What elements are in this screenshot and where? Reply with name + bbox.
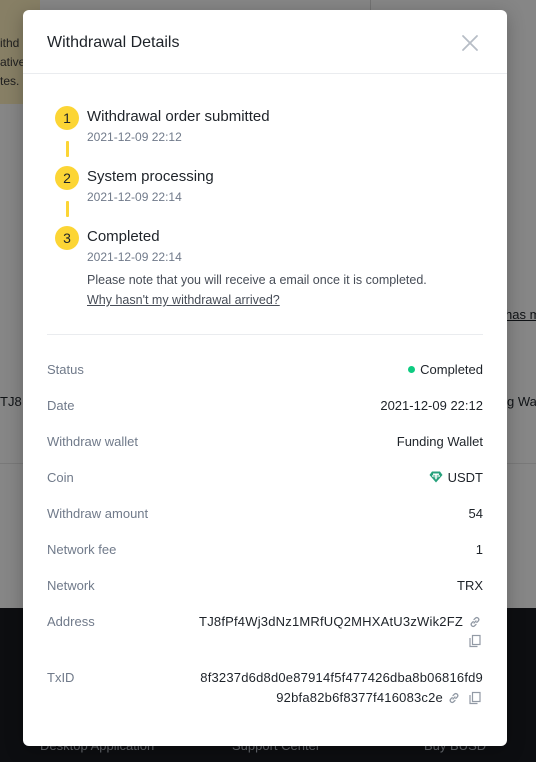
- status-badge: Completed: [408, 362, 483, 377]
- amount-value: 54: [468, 506, 483, 521]
- address-label: Address: [47, 614, 95, 629]
- date-value: 2021-12-09 22:12: [380, 398, 483, 413]
- network-value: TRX: [457, 578, 483, 593]
- step-number: 3: [55, 226, 79, 250]
- wallet-value: Funding Wallet: [396, 434, 483, 449]
- status-dot-icon: [408, 366, 416, 373]
- modal-title: Withdrawal Details: [47, 34, 180, 51]
- network-fee-label: Network fee: [47, 542, 117, 557]
- step-title: System processing: [87, 168, 214, 185]
- modal-header: Withdrawal Details: [23, 10, 507, 74]
- step-title: Completed: [87, 228, 160, 245]
- usdt-coin-icon: [429, 471, 443, 483]
- network-label: Network: [47, 578, 95, 593]
- address-value: TJ8fPf4Wj3dNz1MRfUQ2MHXAtU3zWik2FZ: [199, 614, 463, 629]
- copy-icon[interactable]: [468, 691, 482, 705]
- step-connector: [66, 141, 69, 157]
- step-connector: [66, 201, 69, 217]
- coin-value: USDT: [447, 470, 483, 485]
- completion-note: Please note that you will receive a emai…: [87, 273, 427, 287]
- step-title: Withdrawal order submitted: [87, 108, 270, 125]
- wallet-label: Withdraw wallet: [47, 434, 139, 449]
- step-time: 2021-12-09 22:14: [87, 250, 182, 264]
- date-label: Date: [47, 398, 75, 413]
- coin-value-row: USDT: [429, 470, 483, 485]
- step-number: 2: [55, 166, 79, 190]
- section-divider: [47, 334, 483, 335]
- coin-label: Coin: [47, 470, 74, 485]
- close-icon[interactable]: [459, 32, 481, 54]
- txid-label: TxID: [47, 670, 75, 685]
- link-icon[interactable]: [468, 615, 482, 629]
- amount-label: Withdraw amount: [47, 506, 149, 521]
- txid-value-line1: 8f3237d6d8d0e87914f5f477426dba8b06816fd9: [200, 670, 483, 685]
- step-number: 1: [55, 106, 79, 130]
- copy-icon[interactable]: [468, 634, 482, 648]
- status-value: Completed: [420, 362, 483, 377]
- step-time: 2021-12-09 22:14: [87, 190, 182, 204]
- network-fee-value: 1: [475, 542, 483, 557]
- step-time: 2021-12-09 22:12: [87, 130, 182, 144]
- txid-value-line2: 92bfa82b6f8377f416083c2e: [276, 690, 443, 705]
- withdrawal-help-link[interactable]: Why hasn't my withdrawal arrived?: [87, 293, 280, 307]
- withdrawal-details-modal: Withdrawal Details 1 Withdrawal order su…: [23, 10, 507, 746]
- status-label: Status: [47, 362, 84, 377]
- link-icon[interactable]: [447, 691, 461, 705]
